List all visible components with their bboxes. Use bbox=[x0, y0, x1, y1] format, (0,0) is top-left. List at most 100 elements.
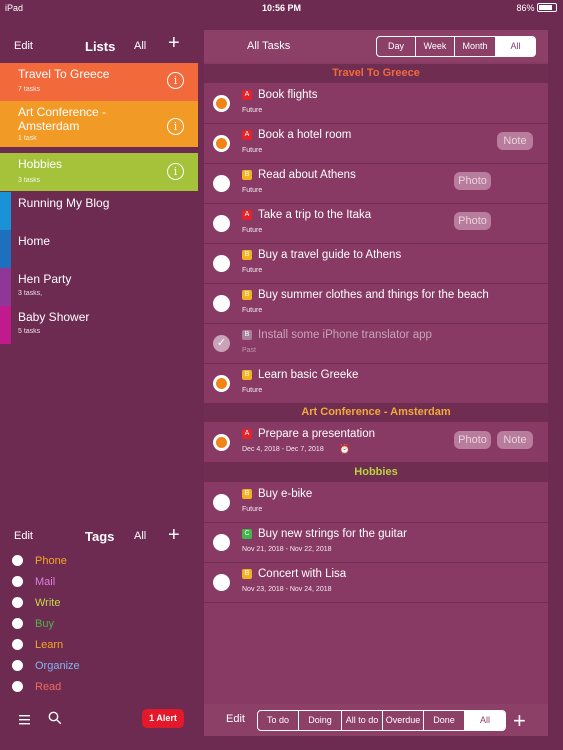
tag-write[interactable]: Write bbox=[12, 597, 60, 618]
photo-button[interactable]: Photo bbox=[454, 431, 491, 449]
task-date: Nov 21, 2018 - Nov 22, 2018 bbox=[242, 546, 332, 553]
note-button[interactable]: Note bbox=[497, 431, 533, 449]
priority-badge: B bbox=[242, 370, 252, 380]
photo-button[interactable]: Photo bbox=[454, 172, 491, 190]
list-item-hen-party[interactable]: Hen Party 3 tasks, bbox=[0, 268, 198, 306]
priority-badge: B bbox=[242, 170, 252, 180]
task-status-checkbox[interactable] bbox=[213, 295, 230, 312]
list-item-count: 7 tasks bbox=[18, 86, 41, 93]
info-icon[interactable]: i bbox=[167, 118, 184, 135]
list-item-travel-to-greece[interactable]: Travel To Greece 7 tasks i bbox=[0, 63, 198, 101]
list-item-name: Baby Shower bbox=[18, 310, 90, 324]
tab-month[interactable]: Month bbox=[455, 37, 496, 56]
priority-badge: B bbox=[242, 290, 252, 300]
tags-edit-button[interactable]: Edit bbox=[14, 530, 33, 542]
task-status-checkbox[interactable] bbox=[213, 494, 230, 511]
lists-all-button[interactable]: All bbox=[134, 40, 146, 52]
status-bar: iPad 10:56 PM 86% bbox=[0, 0, 563, 16]
note-button[interactable]: Note bbox=[497, 132, 533, 150]
photo-button[interactable]: Photo bbox=[454, 212, 491, 230]
menu-icon[interactable] bbox=[19, 712, 30, 730]
tag-read[interactable]: Read bbox=[12, 681, 61, 702]
filter-doing[interactable]: Doing bbox=[299, 711, 342, 730]
task-status-checkbox[interactable] bbox=[213, 215, 230, 232]
tag-checkbox[interactable] bbox=[12, 555, 23, 566]
task-status-checkbox[interactable] bbox=[213, 95, 230, 112]
list-item-running-my-blog[interactable]: Running My Blog bbox=[0, 192, 198, 230]
info-icon[interactable]: i bbox=[167, 72, 184, 89]
battery-percent: 86% bbox=[516, 3, 535, 13]
lists-header: Edit Lists All + bbox=[0, 16, 198, 60]
tag-buy[interactable]: Buy bbox=[12, 618, 54, 639]
filter-overdue[interactable]: Overdue bbox=[383, 711, 424, 730]
filter-all[interactable]: All bbox=[465, 711, 505, 730]
add-list-button[interactable]: + bbox=[168, 33, 180, 53]
task-status-checkbox[interactable] bbox=[213, 375, 230, 392]
search-icon[interactable] bbox=[48, 711, 62, 730]
task-status-checkbox[interactable] bbox=[213, 434, 230, 451]
task-row[interactable]: B Read about Athens Future Photo bbox=[204, 164, 548, 204]
list-item-art-conference[interactable]: Art Conference - Amsterdam 1 task i bbox=[0, 101, 198, 147]
tag-checkbox[interactable] bbox=[12, 576, 23, 587]
task-date: Future bbox=[242, 227, 263, 234]
task-row[interactable]: A Take a trip to the Itaka Future Photo bbox=[204, 204, 548, 244]
range-segmented-control: Day Week Month All bbox=[376, 36, 536, 57]
tags-panel: Edit Tags All + Phone Mail Write Buy Lea… bbox=[0, 524, 198, 693]
list-item-baby-shower[interactable]: Baby Shower 5 tasks bbox=[0, 306, 198, 344]
tag-checkbox[interactable] bbox=[12, 597, 23, 608]
check-icon[interactable]: ✓ bbox=[213, 335, 230, 352]
tag-label: Organize bbox=[35, 660, 80, 672]
task-row[interactable]: ✓ B Install some iPhone translator app P… bbox=[204, 324, 548, 364]
section-header: Travel To Greece bbox=[204, 64, 548, 83]
task-row[interactable]: C Buy new strings for the guitar Nov 21,… bbox=[204, 523, 548, 563]
list-item-hobbies[interactable]: Hobbies 3 tasks i bbox=[0, 153, 198, 191]
tag-label: Buy bbox=[35, 618, 54, 630]
list-item-home[interactable]: Home bbox=[0, 230, 198, 268]
status-time: 10:56 PM bbox=[261, 3, 302, 13]
list-item-name: Running My Blog bbox=[18, 196, 110, 210]
tab-week[interactable]: Week bbox=[416, 37, 455, 56]
tasks-header: All Tasks Day Week Month All bbox=[204, 30, 548, 62]
alarm-icon: ⏰ bbox=[339, 444, 351, 454]
task-row[interactable]: B Buy a travel guide to Athens Future bbox=[204, 244, 548, 284]
filter-to-do[interactable]: To do bbox=[258, 711, 299, 730]
task-status-checkbox[interactable] bbox=[213, 175, 230, 192]
tag-checkbox[interactable] bbox=[12, 618, 23, 629]
tab-day[interactable]: Day bbox=[377, 37, 416, 56]
list-item-name: Home bbox=[18, 234, 51, 248]
info-icon[interactable]: i bbox=[167, 163, 184, 180]
task-name: Concert with Lisa bbox=[258, 568, 347, 580]
task-status-checkbox[interactable] bbox=[213, 534, 230, 551]
filter-done[interactable]: Done bbox=[424, 711, 465, 730]
task-row[interactable]: B Learn basic Greeke Future bbox=[204, 364, 548, 404]
priority-badge: B bbox=[242, 250, 252, 260]
tag-learn[interactable]: Learn bbox=[12, 639, 63, 660]
task-status-checkbox[interactable] bbox=[213, 135, 230, 152]
tag-checkbox[interactable] bbox=[12, 639, 23, 650]
add-tag-button[interactable]: + bbox=[168, 524, 180, 547]
task-row[interactable]: A Book a hotel room Future Note bbox=[204, 124, 548, 164]
tag-phone[interactable]: Phone bbox=[12, 555, 67, 576]
filter-all-to-do[interactable]: All to do bbox=[342, 711, 383, 730]
tag-checkbox[interactable] bbox=[12, 660, 23, 671]
tab-all[interactable]: All bbox=[496, 37, 535, 56]
task-row[interactable]: A Prepare a presentation Dec 4, 2018 - D… bbox=[204, 423, 548, 463]
task-row[interactable]: B Buy e-bike Future bbox=[204, 483, 548, 523]
tag-checkbox[interactable] bbox=[12, 681, 23, 692]
tag-mail[interactable]: Mail bbox=[12, 576, 55, 597]
alert-button[interactable]: 1 Alert bbox=[142, 709, 184, 728]
tags-title: Tags bbox=[85, 529, 115, 544]
priority-badge: B bbox=[242, 569, 252, 579]
task-row[interactable]: B Buy summer clothes and things for the … bbox=[204, 284, 548, 324]
lists-edit-button[interactable]: Edit bbox=[14, 40, 33, 52]
tags-all-button[interactable]: All bbox=[134, 530, 146, 542]
tag-organize[interactable]: Organize bbox=[12, 660, 80, 681]
task-row[interactable]: B Concert with Lisa Nov 23, 2018 - Nov 2… bbox=[204, 563, 548, 603]
task-status-checkbox[interactable] bbox=[213, 255, 230, 272]
tasks-edit-button[interactable]: Edit bbox=[226, 713, 245, 725]
task-row[interactable]: A Book flights Future bbox=[204, 84, 548, 124]
task-status-checkbox[interactable] bbox=[213, 574, 230, 591]
filter-segmented-control: To do Doing All to do Overdue Done All bbox=[257, 710, 506, 731]
add-task-button[interactable]: + bbox=[513, 708, 526, 734]
battery-indicator: 86% bbox=[516, 3, 557, 13]
